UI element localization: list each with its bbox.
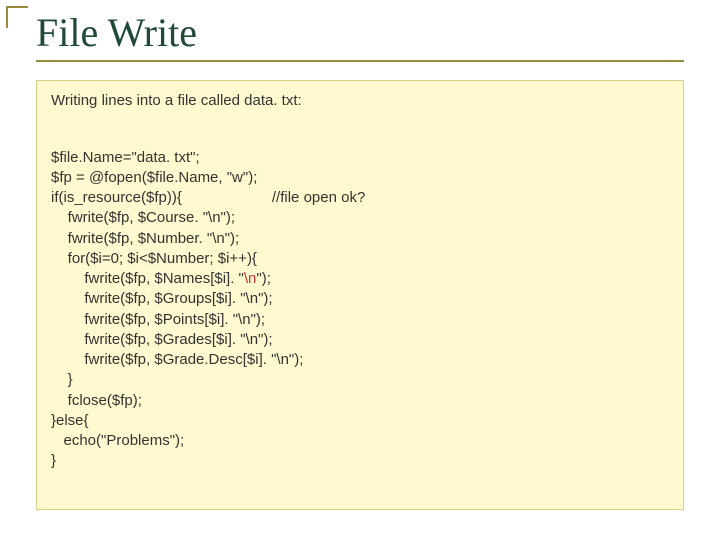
- title-block: File Write: [36, 12, 684, 62]
- code-line: for($i=0; $i<$Number; $i++){: [51, 250, 257, 267]
- code-line: fwrite($fp, $Course. "\n");: [51, 209, 235, 226]
- code-line: }else{: [51, 412, 89, 429]
- code-line: if(is_resource($fp)){ //file open ok?: [51, 188, 669, 208]
- code-line: }: [51, 452, 56, 469]
- corner-accent: [6, 6, 28, 28]
- code-line: fwrite($fp, $Grade.Desc[$i]. "\n");: [51, 351, 303, 368]
- code-comment: //file open ok?: [272, 188, 365, 208]
- slide: File Write Writing lines into a file cal…: [0, 0, 720, 540]
- code-line: $fp = @fopen($file.Name, "w");: [51, 169, 257, 186]
- content-box: Writing lines into a file called data. t…: [36, 80, 684, 510]
- code-block: $file.Name="data. txt"; $fp = @fopen($fi…: [51, 127, 669, 471]
- code-line: fwrite($fp, $Number. "\n");: [51, 230, 239, 247]
- intro-text: Writing lines into a file called data. t…: [51, 91, 669, 111]
- code-frag: if(is_resource($fp)){: [51, 188, 182, 208]
- code-line: fwrite($fp, $Grades[$i]. "\n");: [51, 331, 273, 348]
- code-line: $file.Name="data. txt";: [51, 149, 200, 166]
- slide-title: File Write: [36, 12, 684, 54]
- title-rule: [36, 60, 684, 62]
- code-line: fwrite($fp, $Names[$i]. "\n");: [51, 270, 271, 287]
- code-line: fwrite($fp, $Groups[$i]. "\n");: [51, 290, 273, 307]
- code-line: }: [51, 371, 73, 388]
- code-line: fclose($fp);: [51, 392, 142, 409]
- code-frag-highlight: \n: [244, 270, 257, 287]
- code-line: fwrite($fp, $Points[$i]. "\n");: [51, 311, 265, 328]
- code-line: echo("Problems");: [51, 432, 184, 449]
- code-frag: ");: [256, 270, 271, 287]
- code-frag: fwrite($fp, $Names[$i]. ": [51, 270, 244, 287]
